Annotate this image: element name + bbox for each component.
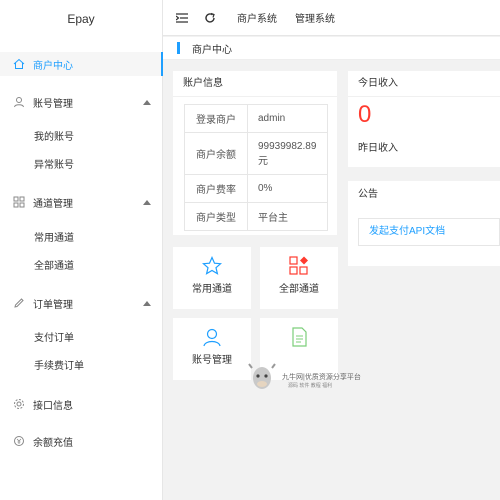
sidebar-item-label: 接口信息 [33, 400, 73, 412]
sidebar-sub-common-channel[interactable]: 常用通道 [34, 229, 74, 249]
breadcrumb: 商户中心 [163, 37, 500, 60]
brand-logo: Epay [67, 12, 95, 26]
table-key: 商户费率 [184, 174, 248, 203]
tile-label: 账号管理 [192, 355, 232, 366]
table-value: 平台主 [247, 202, 328, 231]
sidebar-item-label: 商户中心 [33, 60, 73, 72]
table-key: 商户余额 [184, 132, 248, 175]
watermark-subtext: 源码 软件 教程 福利 [288, 383, 333, 389]
sidebar-item-account-management[interactable]: 账号管理 [0, 90, 163, 114]
wallet-icon [13, 435, 25, 447]
card-title: 账户信息 [173, 71, 337, 97]
watermark: 九牛网|优质资源分享平台 源码 软件 教程 福利 [248, 350, 378, 400]
gear-icon [13, 398, 25, 410]
table-value: 0% [247, 174, 328, 203]
user-icon [202, 327, 222, 347]
card-title: 公告 [358, 189, 378, 200]
chevron-up-icon [143, 199, 151, 205]
table-value: 99939982.89元 [247, 132, 328, 175]
sidebar-item-balance-recharge[interactable]: 余额充值 [0, 429, 163, 453]
top-bar: 商户系统 管理系统 [163, 0, 500, 36]
account-info-card: 账户信息 登录商户 admin 商户余额 99939982.89元 商户费率 0… [173, 71, 337, 235]
watermark-text: 九牛网|优质资源分享平台 [282, 374, 361, 381]
pen-icon [13, 297, 25, 309]
sidebar-item-order-management[interactable]: 订单管理 [0, 291, 163, 315]
tile-label: 常用通道 [192, 284, 232, 295]
yesterday-income-label: 昨日收入 [358, 143, 398, 154]
table-key: 登录商户 [184, 104, 248, 133]
tile-all-channel[interactable]: 全部通道 [260, 247, 338, 309]
user-icon [13, 96, 25, 108]
sidebar-item-channel-management[interactable]: 通道管理 [0, 190, 163, 214]
sidebar-item-label: 通道管理 [33, 198, 73, 210]
table-row: 商户类型 平台主 [184, 202, 328, 231]
sidebar-sub-fee-orders[interactable]: 手续费订单 [34, 357, 84, 377]
tile-label: 全部通道 [279, 284, 319, 295]
table-value: admin [247, 104, 328, 133]
home-icon [13, 58, 25, 70]
income-card: 今日收入 0 昨日收入 [348, 71, 500, 167]
chevron-up-icon [143, 99, 151, 105]
notice-link[interactable]: 发起支付API文档 [358, 218, 500, 246]
apps-icon [289, 256, 309, 276]
sidebar-item-api-info[interactable]: 接口信息 [0, 392, 163, 416]
sidebar: Epay 商户中心 账号管理 我的账号 异常账号 通道管理 常用通道 全部通道 … [0, 0, 163, 500]
star-icon [201, 256, 223, 276]
grid-icon [13, 196, 25, 208]
card-title: 今日收入 [348, 71, 500, 97]
nav-merchant-system[interactable]: 商户系统 [237, 10, 277, 25]
account-info-table: 登录商户 admin 商户余额 99939982.89元 商户费率 0% 商户类… [184, 104, 328, 231]
refresh-icon[interactable] [203, 11, 217, 25]
table-row: 商户余额 99939982.89元 [184, 132, 328, 175]
tile-common-channel[interactable]: 常用通道 [173, 247, 251, 309]
table-row: 商户费率 0% [184, 174, 328, 203]
sidebar-sub-abnormal-account[interactable]: 异常账号 [34, 156, 74, 176]
notice-card: 公告 发起支付API文档 [348, 181, 500, 266]
table-key: 商户类型 [184, 202, 248, 231]
breadcrumb-label[interactable]: 商户中心 [192, 41, 232, 56]
sidebar-sub-all-channel[interactable]: 全部通道 [34, 257, 74, 277]
today-income-value: 0 [358, 101, 372, 128]
breadcrumb-marker [177, 42, 180, 54]
sidebar-sub-my-account[interactable]: 我的账号 [34, 128, 74, 148]
nav-admin-system[interactable]: 管理系统 [295, 10, 335, 25]
table-row: 登录商户 admin [184, 104, 328, 133]
sidebar-item-label: 账号管理 [33, 98, 73, 110]
sidebar-item-merchant-center[interactable]: 商户中心 [0, 52, 163, 76]
sidebar-item-label: 余额充值 [33, 437, 73, 449]
chevron-up-icon [143, 300, 151, 306]
document-icon [289, 327, 309, 347]
sidebar-sub-payment-orders[interactable]: 支付订单 [34, 329, 74, 349]
sidebar-item-label: 订单管理 [33, 299, 73, 311]
tile-account-management[interactable]: 账号管理 [173, 318, 251, 380]
menu-collapse-icon[interactable] [175, 11, 189, 25]
